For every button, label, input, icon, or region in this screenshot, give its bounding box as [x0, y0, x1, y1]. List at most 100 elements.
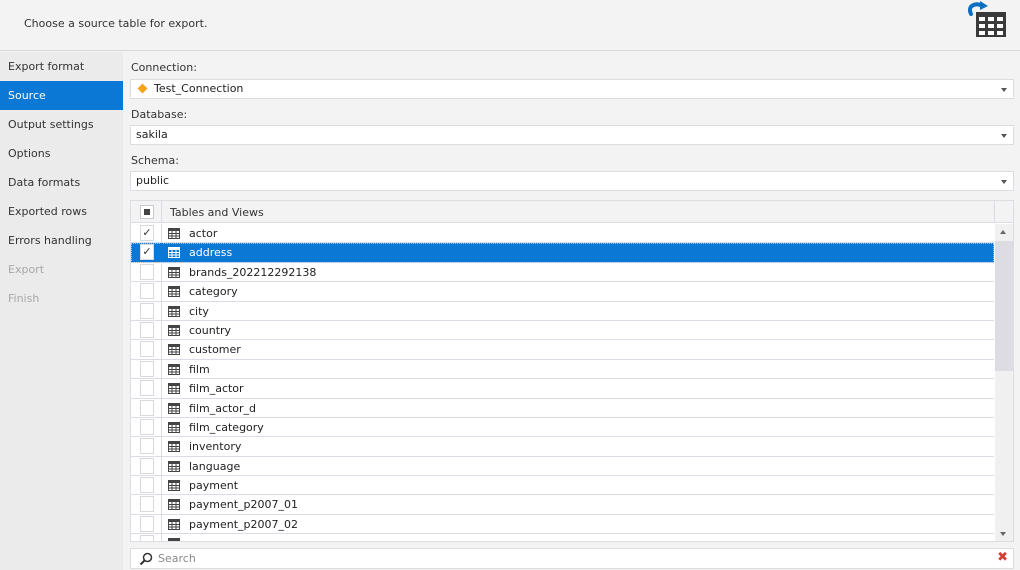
wizard-steps-sidebar: Export format Source Output settings Option…: [0, 52, 123, 570]
table-icon: [168, 228, 180, 239]
table-row[interactable]: film_actor: [131, 379, 994, 399]
row-checkbox[interactable]: [140, 380, 154, 397]
check-cell: ✓: [131, 243, 162, 262]
check-cell: [131, 495, 162, 514]
sidebar-item-finish: Finish: [8, 292, 40, 305]
clear-search-icon[interactable]: ✖: [997, 550, 1008, 565]
row-checkbox[interactable]: [140, 321, 154, 338]
table-row[interactable]: payment_p2007_01: [131, 495, 994, 515]
table-name: customer: [189, 343, 241, 357]
connection-diamond-icon: [137, 83, 148, 94]
table-name: address: [189, 246, 233, 260]
sidebar-item-export: Export: [8, 263, 45, 276]
database-value: sakila: [136, 128, 168, 141]
row-checkbox[interactable]: [140, 399, 154, 416]
database-combo[interactable]: sakila: [130, 125, 1014, 145]
sidebar-item-source[interactable]: Source: [0, 81, 123, 110]
scroll-down-icon[interactable]: [1000, 532, 1006, 536]
table-name: film_actor: [189, 382, 244, 396]
row-checkbox[interactable]: [140, 302, 154, 319]
row-checkbox[interactable]: [140, 341, 154, 358]
check-cell: [131, 262, 162, 282]
row-checkbox[interactable]: [140, 515, 154, 532]
row-checkbox[interactable]: [140, 283, 154, 300]
row-checkbox[interactable]: ✓: [140, 244, 154, 261]
scrollbar-thumb[interactable]: [995, 241, 1013, 371]
check-cell: [131, 301, 162, 320]
table-row[interactable]: film_actor_d: [131, 398, 994, 418]
table-name: payment: [189, 479, 239, 493]
check-cell: [131, 534, 162, 541]
sidebar-item-exported-rows[interactable]: Exported rows: [0, 197, 123, 226]
sidebar-item-options[interactable]: Options: [0, 139, 123, 168]
schema-combo[interactable]: public: [130, 171, 1014, 191]
table-name: film_actor_d: [189, 401, 257, 415]
table-row[interactable]: inventory: [131, 437, 994, 457]
table-name: payment_p2007_01: [189, 498, 298, 512]
table-icon: [168, 266, 180, 278]
connection-label: Connection:: [131, 61, 197, 74]
column-separator: [994, 201, 995, 223]
sidebar-item-output-settings[interactable]: Output settings: [0, 110, 123, 139]
export-table-icon: [968, 1, 1006, 37]
check-cell: [131, 456, 162, 476]
table-row[interactable]: brands_202212292138: [131, 262, 994, 283]
wizard-header: Choose a source table for export.: [0, 0, 1020, 51]
table-icon: [168, 460, 180, 472]
check-cell: [131, 379, 162, 398]
tables-grid: Tables and Views ✓ actor ✓ address brands_20…: [130, 200, 1014, 542]
table-row[interactable]: city: [131, 301, 994, 321]
chevron-down-icon[interactable]: [1001, 134, 1007, 138]
row-checkbox[interactable]: [140, 360, 154, 377]
table-row[interactable]: customer: [131, 340, 994, 360]
table-row[interactable]: ✓ actor: [131, 224, 994, 244]
table-icon: [168, 383, 180, 395]
table-row[interactable]: film: [131, 359, 994, 380]
row-checkbox[interactable]: ✓: [140, 225, 154, 241]
column-header-tables-and-views[interactable]: Tables and Views: [170, 206, 264, 219]
row-checkbox[interactable]: [140, 418, 154, 435]
search-input[interactable]: Search: [158, 552, 196, 565]
check-cell: [131, 340, 162, 359]
table-icon: [168, 480, 180, 492]
sidebar-item-errors-handling[interactable]: Errors handling: [0, 226, 123, 255]
check-cell: [131, 476, 162, 495]
table-icon: [168, 441, 180, 453]
table-row[interactable]: payment: [131, 476, 994, 496]
scroll-up-icon[interactable]: [1000, 230, 1006, 234]
connection-value: Test_Connection: [154, 82, 244, 95]
search-box[interactable]: Search ✖: [130, 548, 1014, 569]
connection-combo[interactable]: Test_Connection: [130, 79, 1014, 99]
database-label: Database:: [131, 108, 188, 121]
table-list: ✓ actor ✓ address brands_202212292138categor…: [131, 224, 994, 541]
schema-label: Schema:: [131, 154, 179, 167]
chevron-down-icon[interactable]: [1001, 180, 1007, 184]
table-row[interactable]: category: [131, 282, 994, 302]
check-cell: [131, 514, 162, 534]
row-checkbox[interactable]: [140, 496, 154, 513]
check-cell: [131, 359, 162, 379]
check-cell: [131, 398, 162, 417]
sidebar-item-data-formats[interactable]: Data formats: [0, 168, 123, 197]
table-row[interactable]: film_category: [131, 417, 994, 438]
vertical-scrollbar[interactable]: [995, 224, 1013, 541]
row-checkbox[interactable]: [140, 438, 154, 455]
table-row[interactable]: country: [131, 320, 994, 341]
row-checkbox[interactable]: [140, 457, 154, 474]
table-row[interactable]: payment_p2007_02: [131, 514, 994, 535]
select-all-checkbox[interactable]: [140, 205, 154, 219]
table-row[interactable]: language: [131, 456, 994, 477]
table-name: film: [189, 362, 210, 376]
row-checkbox[interactable]: [140, 535, 154, 541]
row-checkbox[interactable]: [140, 263, 154, 280]
chevron-down-icon[interactable]: [1001, 88, 1007, 92]
table-icon: [168, 247, 180, 259]
table-icon: [168, 324, 180, 336]
sidebar-item-export-format[interactable]: Export format: [0, 52, 123, 81]
table-row[interactable]: ✓ address: [131, 243, 994, 263]
table-row[interactable]: [131, 534, 994, 541]
row-checkbox[interactable]: [140, 477, 154, 494]
table-name: category: [189, 285, 238, 299]
source-panel: Connection: Test_Connection Database: sa…: [130, 52, 1014, 570]
table-icon: [168, 538, 180, 541]
